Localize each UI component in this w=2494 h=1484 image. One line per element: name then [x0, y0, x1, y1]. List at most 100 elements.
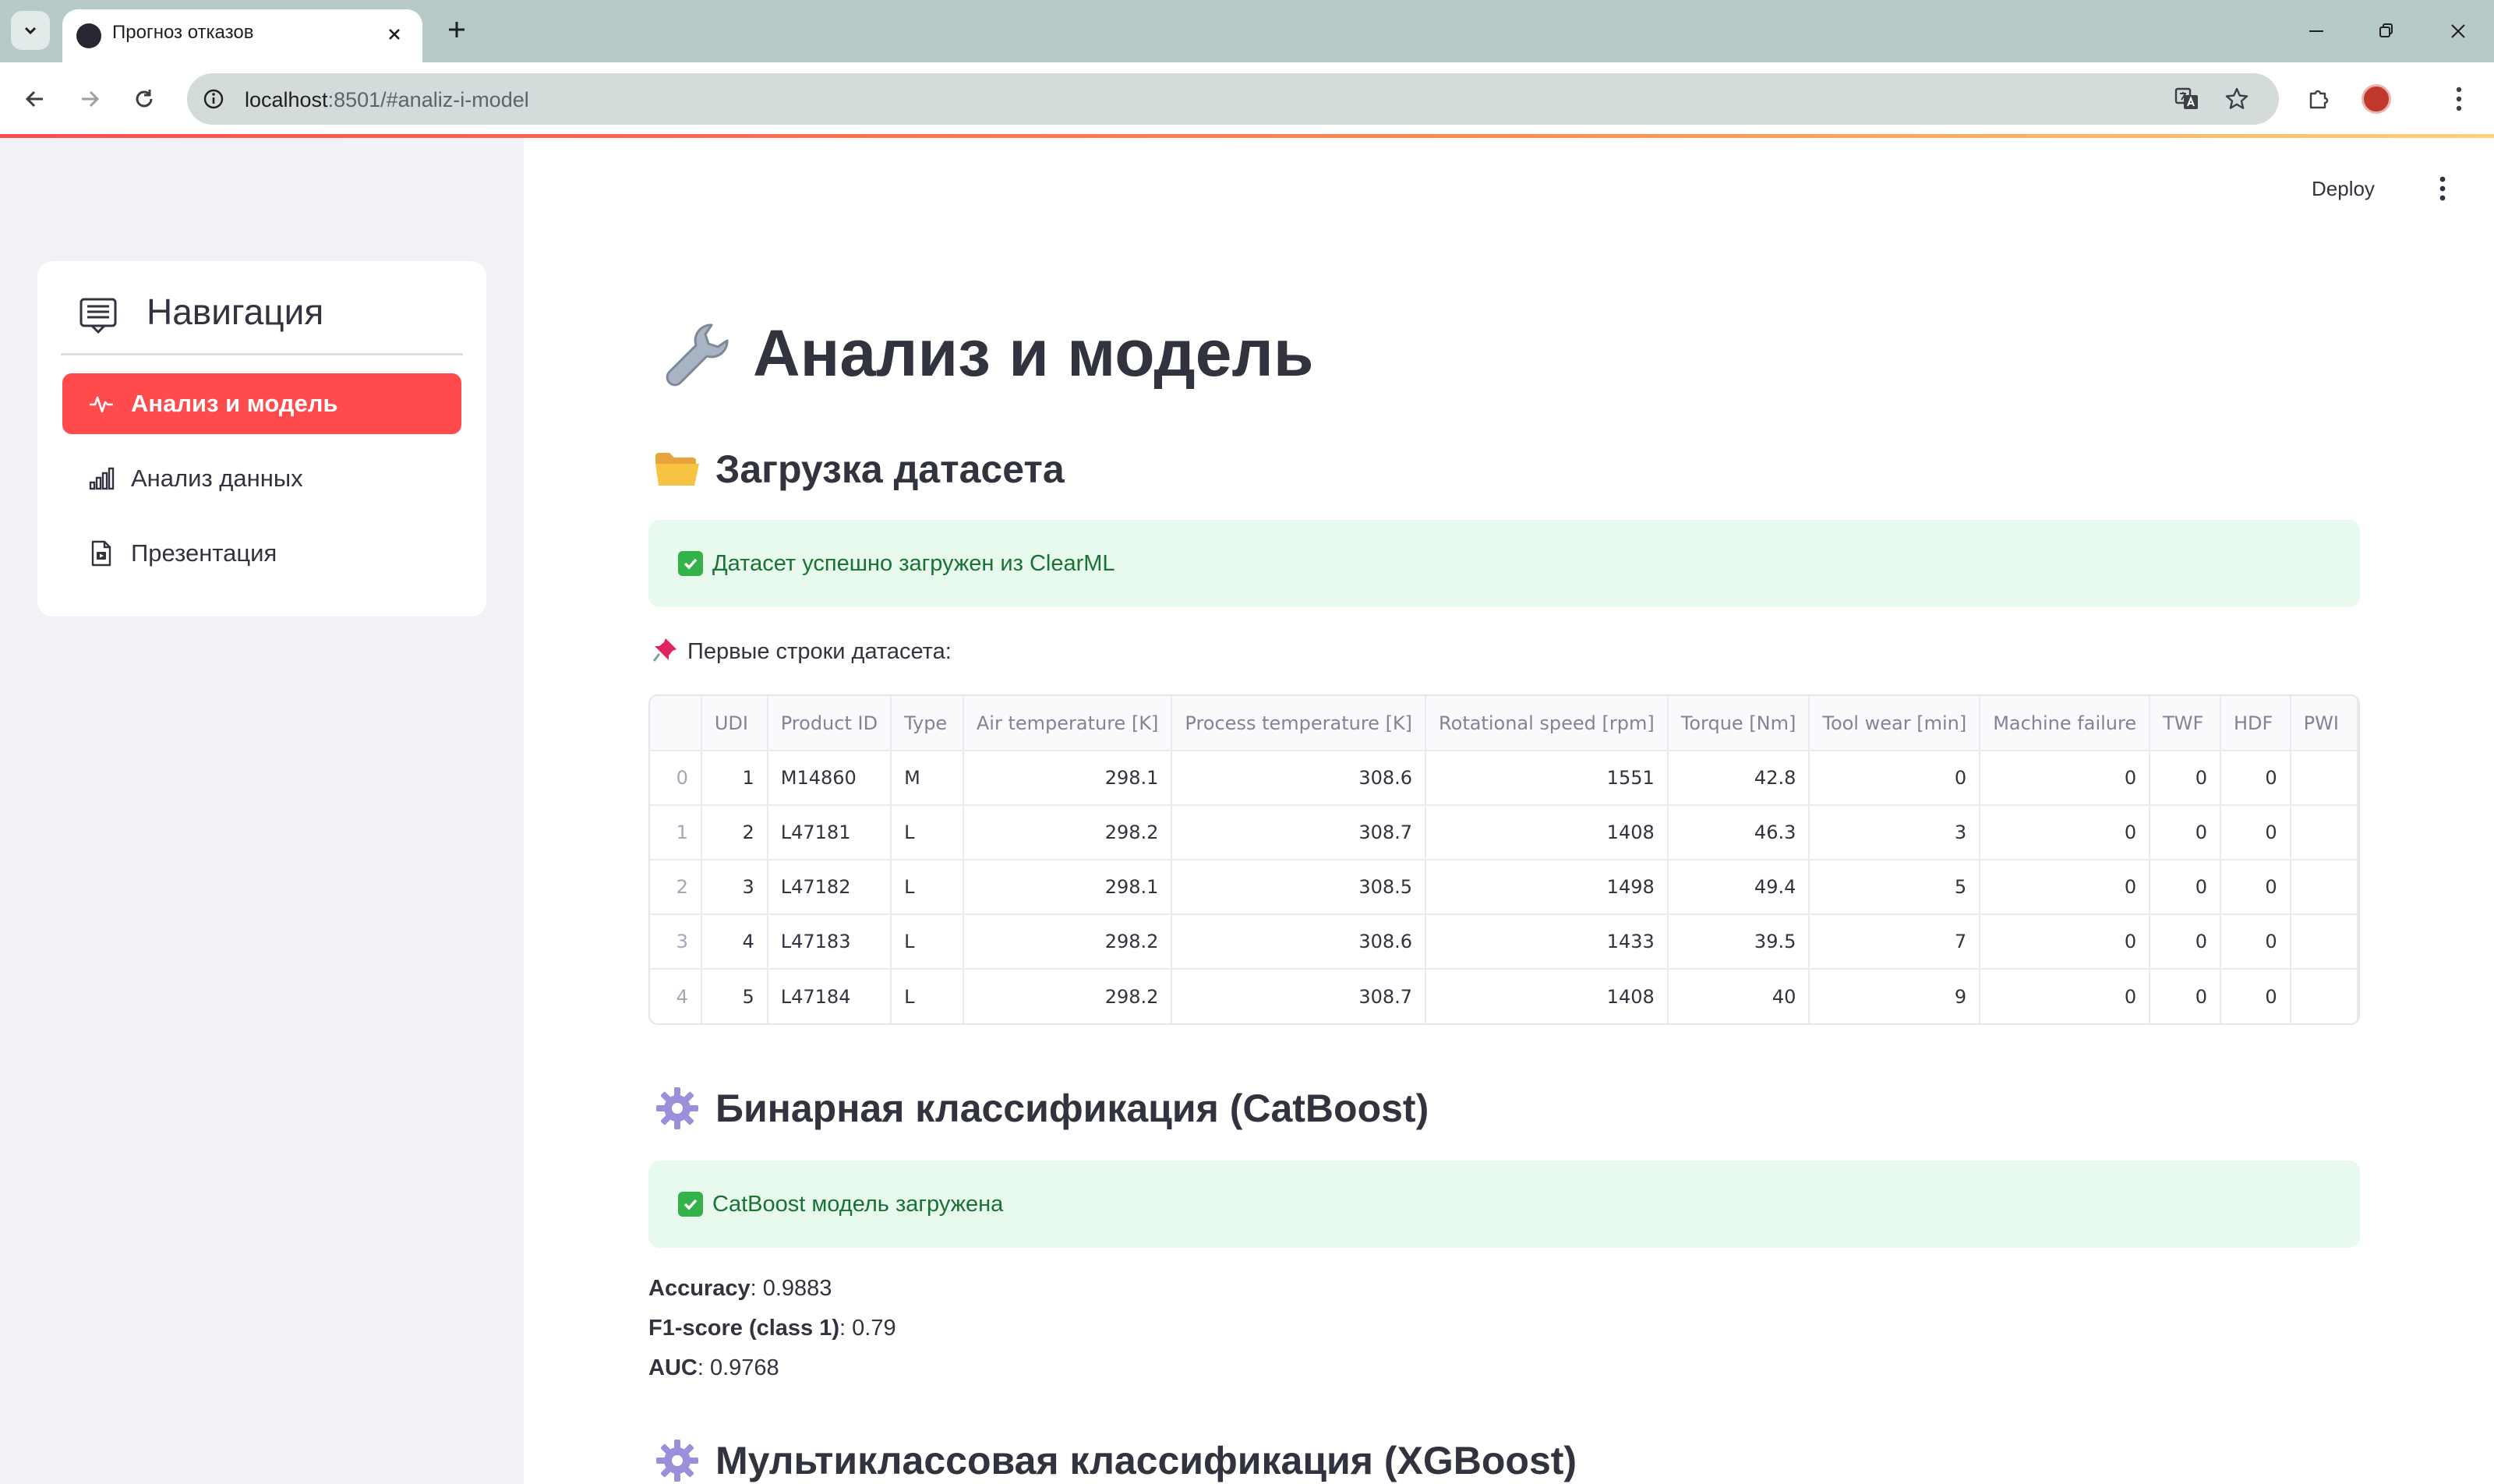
table-cell[interactable]: 3 — [701, 860, 768, 915]
column-header[interactable]: Rotational speed [rpm] — [1425, 696, 1669, 751]
column-header[interactable]: Machine failure — [1980, 696, 2151, 751]
table-cell[interactable]: 5 — [1809, 860, 1981, 915]
table-cell[interactable]: 0 — [2220, 805, 2291, 860]
translate-button[interactable] — [2171, 83, 2203, 115]
table-cell[interactable]: 308.7 — [1171, 969, 1427, 1023]
table-cell[interactable] — [2290, 914, 2358, 970]
sidebar-item-analysis-model[interactable]: Анализ и модель — [62, 373, 461, 434]
table-row[interactable]: 2 3 L47182 L 298.1 308.5 1498 49.4 5 0 0 0 — [650, 860, 2358, 915]
column-header[interactable]: Air temperature [K] — [963, 696, 1173, 751]
tab-close-button[interactable] — [379, 19, 410, 50]
sidebar-item-presentation[interactable]: Презентация — [62, 523, 461, 584]
table-cell[interactable]: 1 — [701, 751, 768, 806]
table-cell[interactable] — [2290, 751, 2358, 806]
table-cell[interactable]: 308.7 — [1171, 805, 1427, 860]
table-cell[interactable]: 308.6 — [1171, 751, 1427, 806]
table-row[interactable]: 4 5 L47184 L 298.2 308.7 1408 40 9 0 0 0 — [650, 969, 2358, 1023]
table-cell[interactable]: L47183 — [767, 914, 892, 970]
table-cell[interactable]: 0 — [2150, 805, 2221, 860]
table-cell[interactable] — [2290, 860, 2358, 915]
table-cell[interactable]: 0 — [1980, 969, 2151, 1023]
profile-button[interactable] — [2357, 80, 2396, 118]
column-header[interactable]: Torque [Nm] — [1667, 696, 1810, 751]
table-cell[interactable]: 0 — [1980, 805, 2151, 860]
row-index-cell[interactable]: 3 — [650, 914, 702, 970]
table-cell[interactable]: 298.2 — [963, 805, 1173, 860]
table-cell[interactable]: 0 — [2220, 969, 2291, 1023]
table-cell[interactable]: 298.2 — [963, 969, 1173, 1023]
column-header[interactable]: Product ID — [767, 696, 892, 751]
table-cell[interactable]: L47181 — [767, 805, 892, 860]
row-index-cell[interactable]: 1 — [650, 805, 702, 860]
table-cell[interactable]: 40 — [1667, 969, 1810, 1023]
table-cell[interactable]: 42.8 — [1667, 751, 1810, 806]
table-cell[interactable]: L — [891, 860, 964, 915]
table-cell[interactable]: 49.4 — [1667, 860, 1810, 915]
column-header[interactable]: TWF — [2150, 696, 2221, 751]
close-window-button[interactable] — [2436, 11, 2480, 51]
row-index-cell[interactable]: 4 — [650, 969, 702, 1023]
bookmark-button[interactable] — [2221, 83, 2252, 115]
reload-button[interactable] — [125, 80, 164, 118]
table-cell[interactable]: 1433 — [1425, 914, 1669, 970]
table-cell[interactable]: L — [891, 969, 964, 1023]
app-menu-button[interactable] — [2427, 171, 2458, 207]
table-cell[interactable]: 0 — [2150, 969, 2221, 1023]
site-info-button[interactable] — [198, 83, 229, 115]
extensions-button[interactable] — [2299, 80, 2338, 118]
table-cell[interactable] — [2290, 805, 2358, 860]
table-row[interactable]: 0 1 M14860 M 298.1 308.6 1551 42.8 0 0 0 0 — [650, 751, 2358, 806]
table-cell[interactable]: 1498 — [1425, 860, 1669, 915]
table-cell[interactable]: 0 — [2220, 860, 2291, 915]
row-index-cell[interactable]: 2 — [650, 860, 702, 915]
table-cell[interactable]: 1551 — [1425, 751, 1669, 806]
table-cell[interactable]: 298.1 — [963, 860, 1173, 915]
table-cell[interactable]: 0 — [1980, 751, 2151, 806]
table-cell[interactable]: 5 — [701, 969, 768, 1023]
table-cell[interactable]: 39.5 — [1667, 914, 1810, 970]
table-cell[interactable]: 2 — [701, 805, 768, 860]
address-bar[interactable]: localhost:8501/#analiz-i-model — [187, 73, 2279, 125]
table-cell[interactable]: 308.5 — [1171, 860, 1427, 915]
column-header[interactable]: Process temperature [K] — [1171, 696, 1427, 751]
table-cell[interactable]: 0 — [2150, 860, 2221, 915]
table-cell[interactable]: 1408 — [1425, 805, 1669, 860]
table-cell[interactable]: 308.6 — [1171, 914, 1427, 970]
browser-tab[interactable]: Прогноз отказов — [62, 9, 422, 62]
back-button[interactable] — [16, 80, 55, 118]
table-cell[interactable]: 0 — [2220, 751, 2291, 806]
column-header[interactable]: PWI — [2290, 696, 2358, 751]
table-cell[interactable]: L — [891, 914, 964, 970]
tab-search-button[interactable] — [11, 11, 50, 50]
table-cell[interactable]: L47184 — [767, 969, 892, 1023]
column-header[interactable]: Type — [891, 696, 964, 751]
browser-menu-button[interactable] — [2439, 80, 2478, 118]
forward-button[interactable] — [70, 80, 109, 118]
table-row[interactable]: 1 2 L47181 L 298.2 308.7 1408 46.3 3 0 0 0 — [650, 805, 2358, 860]
table-cell[interactable]: 7 — [1809, 914, 1981, 970]
minimize-button[interactable] — [2294, 11, 2338, 51]
row-index-cell[interactable]: 0 — [650, 751, 702, 806]
dataset-table[interactable]: UDI Product ID Type Air temperature [K] Proc… — [648, 694, 2360, 1025]
table-cell[interactable]: M14860 — [767, 751, 892, 806]
column-header[interactable]: UDI — [701, 696, 768, 751]
table-cell[interactable]: 0 — [1980, 914, 2151, 970]
table-cell[interactable] — [2290, 969, 2358, 1023]
table-cell[interactable]: 0 — [2150, 914, 2221, 970]
table-cell[interactable]: 0 — [2220, 914, 2291, 970]
url-text[interactable]: localhost:8501/#analiz-i-model — [245, 88, 529, 112]
column-header[interactable]: HDF — [2220, 696, 2291, 751]
table-cell[interactable]: 0 — [1809, 751, 1981, 806]
new-tab-button[interactable] — [440, 12, 474, 47]
sidebar-item-data-analysis[interactable]: Анализ данных — [62, 448, 461, 509]
deploy-button[interactable]: Deploy — [2312, 177, 2375, 201]
table-cell[interactable]: 3 — [1809, 805, 1981, 860]
column-header[interactable]: Tool wear [min] — [1809, 696, 1981, 751]
table-row[interactable]: 3 4 L47183 L 298.2 308.6 1433 39.5 7 0 0 0 — [650, 914, 2358, 970]
restore-button[interactable] — [2365, 11, 2408, 51]
table-cell[interactable]: 46.3 — [1667, 805, 1810, 860]
table-cell[interactable]: 4 — [701, 914, 768, 970]
table-cell[interactable]: 298.2 — [963, 914, 1173, 970]
table-cell[interactable]: 0 — [2150, 751, 2221, 806]
table-cell[interactable]: 1408 — [1425, 969, 1669, 1023]
